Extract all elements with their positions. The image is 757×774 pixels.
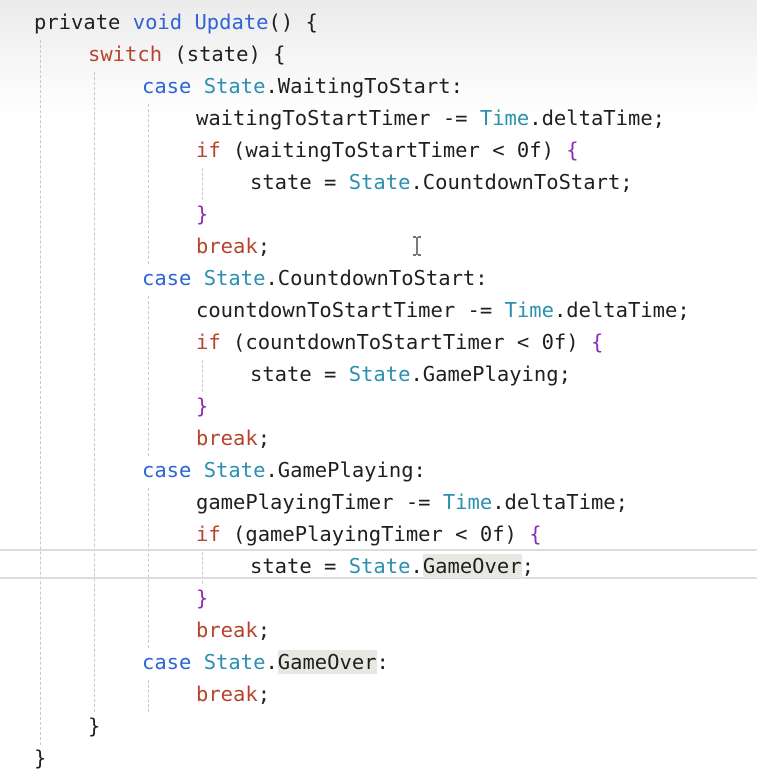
- code-token: case: [142, 650, 204, 674]
- code-token: State: [348, 554, 411, 578]
- code-line[interactable]: }: [196, 390, 208, 422]
- code-line[interactable]: waitingToStartTimer -= Time.deltaTime;: [196, 102, 665, 134]
- code-token: (gamePlayingTimer < 0f): [220, 522, 530, 546]
- code-line[interactable]: state = State.GamePlaying;: [250, 358, 571, 390]
- code-line[interactable]: break;: [196, 678, 270, 710]
- code-line[interactable]: countdownToStartTimer -= Time.deltaTime;: [196, 294, 690, 326]
- code-token: break: [196, 618, 258, 642]
- code-line[interactable]: break;: [196, 614, 270, 646]
- code-token: private: [34, 10, 133, 34]
- code-token: ;: [257, 682, 271, 706]
- code-token: }: [196, 394, 209, 418]
- code-token: GameOver: [277, 650, 377, 674]
- code-token: () {: [268, 10, 318, 34]
- code-token: waitingToStartTimer -=: [196, 106, 480, 130]
- code-token: {: [529, 522, 542, 546]
- code-token: }: [88, 714, 101, 738]
- code-token: break: [196, 234, 258, 258]
- code-token: .CountdownToStart;: [410, 170, 633, 194]
- code-token: State: [348, 170, 411, 194]
- code-token: ;: [257, 234, 271, 258]
- code-line[interactable]: if (countdownToStartTimer < 0f) {: [196, 326, 603, 358]
- indent-guide: [40, 40, 41, 745]
- code-token: if: [196, 522, 221, 546]
- code-token: state =: [250, 362, 349, 386]
- code-token: ;: [257, 618, 271, 642]
- code-token: Update: [194, 10, 269, 34]
- code-token: case: [142, 458, 204, 482]
- code-token: State: [203, 458, 266, 482]
- code-token: State: [203, 74, 266, 98]
- code-line[interactable]: case State.WaitingToStart:: [142, 70, 463, 102]
- code-token: {: [590, 330, 604, 354]
- code-line[interactable]: private void Update() {: [34, 6, 318, 38]
- code-token: .: [265, 650, 278, 674]
- code-token: State: [348, 362, 411, 386]
- code-token: .CountdownToStart:: [265, 266, 488, 290]
- code-token: break: [196, 426, 258, 450]
- code-token: if: [196, 330, 221, 354]
- code-token: (waitingToStartTimer < 0f): [220, 138, 567, 162]
- code-token: }: [196, 586, 209, 610]
- code-token: case: [142, 74, 204, 98]
- code-token: .deltaTime;: [553, 298, 690, 322]
- code-line[interactable]: case State.CountdownToStart:: [142, 262, 488, 294]
- code-line[interactable]: if (gamePlayingTimer < 0f) {: [196, 518, 542, 550]
- code-token: .deltaTime;: [492, 490, 628, 514]
- code-token: ;: [257, 426, 271, 450]
- code-line[interactable]: state = State.CountdownToStart;: [250, 166, 633, 198]
- code-line[interactable]: }: [88, 710, 100, 742]
- indent-guide: [202, 168, 203, 200]
- code-line[interactable]: state = State.GameOver;: [250, 550, 534, 582]
- code-token: State: [203, 266, 266, 290]
- code-line[interactable]: break;: [196, 230, 270, 262]
- code-token: state =: [250, 554, 349, 578]
- code-token: {: [566, 138, 579, 162]
- code-token: }: [196, 202, 209, 226]
- code-token: break: [196, 682, 258, 706]
- code-token: state =: [250, 170, 349, 194]
- code-line[interactable]: case State.GamePlaying:: [142, 454, 426, 486]
- code-line[interactable]: switch (state) {: [88, 38, 285, 70]
- i-beam-cursor-icon: [413, 236, 421, 256]
- code-token: void: [132, 10, 195, 34]
- code-token: Time: [504, 298, 554, 322]
- code-line[interactable]: case State.GameOver:: [142, 646, 389, 678]
- code-editor[interactable]: private void Update() {switch (state) {c…: [0, 0, 757, 771]
- code-token: .: [410, 554, 423, 578]
- indent-guide: [148, 104, 149, 264]
- code-token: }: [34, 746, 47, 770]
- code-token: State: [203, 650, 266, 674]
- indent-guide: [94, 72, 95, 712]
- code-line[interactable]: break;: [196, 422, 270, 454]
- code-line[interactable]: if (waitingToStartTimer < 0f) {: [196, 134, 579, 166]
- code-token: (countdownToStartTimer < 0f): [220, 330, 591, 354]
- indent-guide: [148, 680, 149, 712]
- code-line[interactable]: }: [34, 742, 46, 774]
- code-token: (state) {: [162, 42, 286, 66]
- code-line[interactable]: }: [196, 198, 208, 230]
- code-token: Time: [479, 106, 530, 130]
- code-token: GameOver: [422, 554, 522, 578]
- indent-guide: [148, 296, 149, 456]
- code-token: .WaitingToStart:: [265, 74, 463, 98]
- code-token: case: [142, 266, 204, 290]
- code-line[interactable]: gamePlayingTimer -= Time.deltaTime;: [196, 486, 628, 518]
- code-token: ;: [521, 554, 534, 578]
- code-token: .deltaTime;: [529, 106, 666, 130]
- code-token: :: [376, 650, 389, 674]
- code-token: Time: [442, 490, 493, 514]
- code-token: switch: [88, 42, 163, 66]
- code-token: countdownToStartTimer -=: [196, 298, 505, 322]
- code-token: .GamePlaying:: [265, 458, 426, 482]
- code-token: .GamePlaying;: [410, 362, 571, 386]
- code-line[interactable]: }: [196, 582, 208, 614]
- indent-guide: [202, 360, 203, 392]
- code-token: gamePlayingTimer -=: [196, 490, 443, 514]
- code-token: if: [196, 138, 221, 162]
